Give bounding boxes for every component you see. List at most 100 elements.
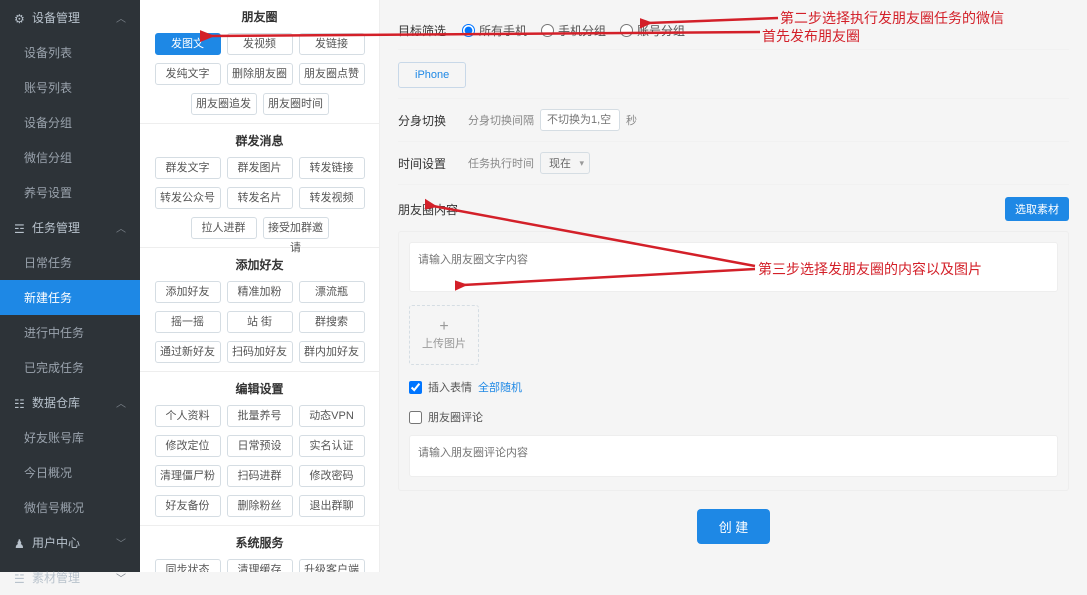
task-type-button[interactable]: 摇一摇 — [155, 311, 221, 333]
upload-label: 上传图片 — [422, 335, 466, 351]
task-type-button[interactable]: 升级客户端 — [299, 559, 365, 572]
task-type-button[interactable]: 通过新好友 — [155, 341, 221, 363]
time-setting-label: 时间设置 — [398, 155, 462, 172]
task-type-button[interactable]: 同步状态 — [155, 559, 221, 572]
plus-icon: + — [439, 319, 448, 335]
task-type-button[interactable]: 转发公众号 — [155, 187, 221, 209]
task-type-button[interactable]: 朋友圈点赞 — [299, 63, 365, 85]
exec-time-label: 任务执行时间 — [468, 155, 534, 171]
task-type-button[interactable]: 删除粉丝 — [227, 495, 293, 517]
radio-account-group[interactable]: 账号分组 — [620, 22, 685, 39]
task-type-button[interactable]: 拉人进群 — [191, 217, 257, 239]
task-type-button[interactable]: 修改密码 — [299, 465, 365, 487]
user-icon: ♟ — [14, 537, 26, 549]
task-type-button[interactable]: 群发图片 — [227, 157, 293, 179]
sidebar-item-account-list[interactable]: 账号列表 — [0, 70, 140, 105]
task-type-button[interactable]: 群搜索 — [299, 311, 365, 333]
task-type-button[interactable]: 群内加好友 — [299, 341, 365, 363]
radio-all-phones[interactable]: 所有手机 — [462, 22, 527, 39]
sidebar-group-user[interactable]: ♟用户中心 ﹀ — [0, 525, 140, 560]
clone-unit-label: 秒 — [626, 112, 637, 128]
task-type-button[interactable]: 扫码进群 — [227, 465, 293, 487]
clone-switch-row: 分身切换 分身切换间隔 秒 — [398, 99, 1069, 142]
sidebar-group-task[interactable]: ☲任务管理 ︿ — [0, 210, 140, 245]
sidebar-item-wechat-group[interactable]: 微信分组 — [0, 140, 140, 175]
random-all-link[interactable]: 全部随机 — [478, 379, 522, 395]
task-type-button[interactable]: 批量养号 — [227, 405, 293, 427]
task-type-button[interactable]: 添加好友 — [155, 281, 221, 303]
task-type-button[interactable]: 转发链接 — [299, 157, 365, 179]
device-icon: ⚙ — [14, 12, 26, 24]
task-type-button[interactable]: 朋友圈时间 — [263, 93, 329, 115]
task-type-button[interactable]: 日常预设 — [227, 435, 293, 457]
task-type-button[interactable]: 动态VPN — [299, 405, 365, 427]
clone-interval-input[interactable] — [540, 109, 620, 131]
data-icon: ☷ — [14, 397, 26, 409]
sidebar-group-material[interactable]: ☱素材管理 ﹀ — [0, 560, 140, 595]
sidebar: ⚙设备管理 ︿ 设备列表 账号列表 设备分组 微信分组 养号设置 ☲任务管理 ︿… — [0, 0, 140, 572]
task-type-button[interactable]: 扫码加好友 — [227, 341, 293, 363]
task-type-button[interactable]: 好友备份 — [155, 495, 221, 517]
chevron-up-icon: ︿ — [116, 10, 126, 25]
sidebar-item-daily-task[interactable]: 日常任务 — [0, 245, 140, 280]
sidebar-item-today-overview[interactable]: 今日概况 — [0, 455, 140, 490]
sidebar-item-done-task[interactable]: 已完成任务 — [0, 350, 140, 385]
task-type-button[interactable]: 转发视频 — [299, 187, 365, 209]
radio-phone-group[interactable]: 手机分组 — [541, 22, 606, 39]
upload-image-button[interactable]: + 上传图片 — [409, 305, 479, 365]
phone-chip[interactable]: iPhone — [398, 62, 466, 88]
material-icon: ☱ — [14, 572, 26, 584]
clone-interval-label: 分身切换间隔 — [468, 112, 534, 128]
task-type-button[interactable]: 发链接 — [299, 33, 365, 55]
task-type-button[interactable]: 站 街 — [227, 311, 293, 333]
task-section-title: 朋友圈 — [140, 0, 379, 33]
chevron-up-icon: ︿ — [116, 395, 126, 410]
task-type-button[interactable]: 群发文字 — [155, 157, 221, 179]
sidebar-group-device[interactable]: ⚙设备管理 ︿ — [0, 0, 140, 35]
sidebar-item-running-task[interactable]: 进行中任务 — [0, 315, 140, 350]
target-filter-group: 所有手机 手机分组 账号分组 — [462, 22, 685, 39]
clone-switch-label: 分身切换 — [398, 112, 462, 129]
task-type-button[interactable]: 发纯文字 — [155, 63, 221, 85]
task-type-button[interactable]: 个人资料 — [155, 405, 221, 427]
task-section-title: 编辑设置 — [140, 371, 379, 405]
chevron-down-icon: ﹀ — [116, 535, 126, 550]
task-type-button[interactable]: 转发名片 — [227, 187, 293, 209]
task-type-button[interactable]: 发视频 — [227, 33, 293, 55]
task-type-button[interactable]: 精准加粉 — [227, 281, 293, 303]
moments-text-input[interactable] — [409, 242, 1058, 292]
sidebar-item-wechat-overview[interactable]: 微信号概况 — [0, 490, 140, 525]
task-type-button[interactable]: 漂流瓶 — [299, 281, 365, 303]
sidebar-item-device-list[interactable]: 设备列表 — [0, 35, 140, 70]
target-filter-row: 目标筛选 所有手机 手机分组 账号分组 — [398, 12, 1069, 50]
select-material-button[interactable]: 选取素材 — [1005, 197, 1069, 221]
sidebar-item-nurture-settings[interactable]: 养号设置 — [0, 175, 140, 210]
task-type-button[interactable]: 发图文 — [155, 33, 221, 55]
sidebar-group-data[interactable]: ☷数据仓库 ︿ — [0, 385, 140, 420]
sidebar-item-device-group[interactable]: 设备分组 — [0, 105, 140, 140]
target-filter-label: 目标筛选 — [398, 22, 462, 39]
insert-emoji-label: 插入表情 — [428, 379, 472, 395]
time-setting-row: 时间设置 任务执行时间 现在 — [398, 142, 1069, 185]
task-type-button[interactable]: 退出群聊 — [299, 495, 365, 517]
exec-time-select[interactable]: 现在 — [540, 152, 590, 174]
task-type-button[interactable]: 实名认证 — [299, 435, 365, 457]
sidebar-item-new-task[interactable]: 新建任务 — [0, 280, 140, 315]
task-type-button[interactable]: 清理缓存 — [227, 559, 293, 572]
chevron-down-icon: ﹀ — [116, 570, 126, 585]
task-type-button[interactable]: 删除朋友圈 — [227, 63, 293, 85]
insert-emoji-checkbox[interactable] — [409, 381, 422, 394]
sidebar-item-friend-db[interactable]: 好友账号库 — [0, 420, 140, 455]
task-type-button[interactable]: 朋友圈追发 — [191, 93, 257, 115]
task-type-button[interactable]: 接受加群邀请 — [263, 217, 329, 239]
task-section-title: 系统服务 — [140, 525, 379, 559]
comment-input[interactable] — [409, 435, 1058, 477]
task-type-button[interactable]: 清理僵尸粉 — [155, 465, 221, 487]
task-section-title: 添加好友 — [140, 247, 379, 281]
task-form-panel: 目标筛选 所有手机 手机分组 账号分组 iPhone 分身切换 分身切换间隔 秒… — [380, 0, 1087, 572]
task-type-panel: 朋友圈发图文发视频发链接发纯文字删除朋友圈朋友圈点赞朋友圈追发朋友圈时间群发消息… — [140, 0, 380, 572]
task-type-button[interactable]: 修改定位 — [155, 435, 221, 457]
task-icon: ☲ — [14, 222, 26, 234]
create-button[interactable]: 创 建 — [697, 509, 771, 544]
comment-checkbox[interactable] — [409, 411, 422, 424]
